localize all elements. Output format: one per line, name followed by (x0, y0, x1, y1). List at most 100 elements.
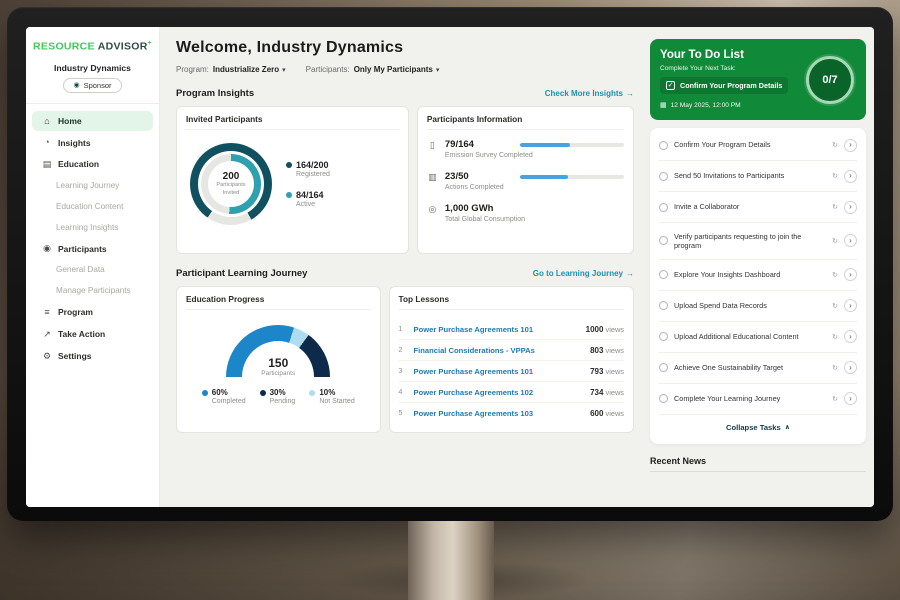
lesson-link[interactable]: Power Purchase Agreements 101 (414, 367, 584, 376)
stat-label: Total Global Consumption (445, 216, 624, 223)
nav-item-icon: ↗ (42, 329, 52, 340)
check-more-insights-link[interactable]: Check More Insights → (545, 89, 634, 98)
task-radio[interactable] (659, 301, 668, 310)
learning-journey-title: Participant Learning Journey (176, 268, 307, 279)
task-row[interactable]: Upload Additional Educational Content ↻ … (659, 322, 857, 353)
logo-primary: RESOURCE (33, 41, 95, 53)
sponsor-badge[interactable]: ◉ Sponsor (63, 78, 121, 93)
chevron-right-icon[interactable]: › (844, 330, 857, 343)
learning-journey-header: Participant Learning Journey Go to Learn… (176, 268, 634, 279)
task-row[interactable]: Confirm Your Program Details ↻ › (659, 130, 857, 161)
task-radio[interactable] (659, 270, 668, 279)
lesson-views: 734 views (590, 388, 624, 397)
task-radio[interactable] (659, 172, 668, 181)
participants-filter-label: Participants: (306, 65, 350, 74)
stat-progress-bar (520, 175, 624, 179)
todo-tasks-card: Confirm Your Program Details ↻ › Send 50… (650, 128, 866, 444)
monitor-stand (408, 521, 494, 600)
legend-item: 164/200 Registered (286, 160, 330, 178)
refresh-icon: ↻ (832, 203, 838, 211)
nav-item-label: Settings (58, 351, 92, 361)
nav-item-label: Participants (58, 244, 107, 254)
sidebar-item[interactable]: Learning Journey (32, 176, 153, 196)
page-title: Welcome, Industry Dynamics (176, 39, 634, 57)
sidebar-item[interactable]: Manage Participants (32, 281, 153, 301)
refresh-icon: ↻ (832, 237, 838, 245)
sidebar-item[interactable]: ◉ Participants (32, 238, 153, 259)
task-row[interactable]: Upload Spend Data Records ↻ › (659, 291, 857, 322)
chevron-right-icon[interactable]: › (844, 170, 857, 183)
task-radio[interactable] (659, 363, 668, 372)
donut-center-label: Participants Invited (216, 182, 245, 197)
task-row[interactable]: Explore Your Insights Dashboard ↻ › (659, 260, 857, 291)
lessons-list: 1 Power Purchase Agreements 101 1000 vie… (399, 319, 625, 423)
sidebar-item[interactable]: ▤ Education (32, 154, 153, 175)
collapse-tasks-button[interactable]: Collapse Tasks ∧ (659, 415, 857, 442)
task-label: Upload Additional Educational Content (674, 332, 826, 341)
arrow-right-icon: → (626, 269, 634, 278)
sidebar-item[interactable]: General Data (32, 260, 153, 280)
lesson-link[interactable]: Power Purchase Agreements 101 (414, 325, 579, 334)
checkbox-icon[interactable]: ✓ (666, 81, 675, 90)
task-row[interactable]: Invite a Collaborator ↻ › (659, 192, 857, 223)
lesson-row[interactable]: 3 Power Purchase Agreements 101 793 view… (399, 361, 625, 382)
task-row[interactable]: Achieve One Sustainability Target ↻ › (659, 353, 857, 384)
participants-filter-dropdown[interactable]: Only My Participants ▾ (354, 65, 440, 74)
lesson-views: 1000 views (586, 325, 624, 334)
legend-dot (260, 390, 266, 396)
gauge-center: 150 Participants (226, 357, 330, 377)
chevron-right-icon[interactable]: › (844, 139, 857, 152)
nav-item-icon: ◉ (42, 243, 52, 254)
task-label: Invite a Collaborator (674, 202, 826, 211)
chevron-right-icon[interactable]: › (844, 201, 857, 214)
task-radio[interactable] (659, 236, 668, 245)
task-row[interactable]: Send 50 Invitations to Participants ↻ › (659, 161, 857, 192)
chevron-right-icon[interactable]: › (844, 361, 857, 374)
sidebar-item[interactable]: ⌂ Home (32, 111, 153, 132)
card-title: Invited Participants (186, 114, 399, 130)
lesson-row[interactable]: 2 Financial Considerations - VPPAs 803 v… (399, 340, 625, 361)
legend-label: Pending (270, 398, 296, 405)
sidebar-item[interactable]: ⚙ Settings (32, 346, 153, 367)
lesson-row[interactable]: 5 Power Purchase Agreements 103 600 view… (399, 403, 625, 423)
chevron-right-icon[interactable]: › (844, 392, 857, 405)
task-radio[interactable] (659, 394, 668, 403)
task-radio[interactable] (659, 332, 668, 341)
stat-label: Emission Survey Completed (445, 152, 624, 159)
nav-item-icon: ◔ (42, 137, 52, 148)
chevron-right-icon[interactable]: › (844, 268, 857, 281)
stat-icon: ▯ (427, 140, 438, 151)
education-gauge-chart: 150 Participants 6 (186, 319, 371, 405)
nav-item-label: Learning Insights (56, 223, 118, 233)
logo-plus: + (148, 40, 152, 47)
program-filter-dropdown[interactable]: Industrialize Zero ▾ (213, 65, 286, 74)
go-to-learning-journey-link[interactable]: Go to Learning Journey → (533, 269, 634, 278)
stat-row: ▥ 23/50 Actions Completed (427, 171, 624, 191)
sidebar-item[interactable]: ≡ Program (32, 302, 153, 323)
insights-cards-row: Invited Participants 200 Participants (176, 106, 634, 254)
donut-ring-gap: 200 Participants Invited (198, 151, 264, 217)
next-task-row[interactable]: ✓ Confirm Your Program Details (660, 77, 788, 94)
chevron-right-icon[interactable]: › (844, 299, 857, 312)
sidebar-item[interactable]: Education Content (32, 197, 153, 217)
todo-panel: Your To Do List Complete Your Next Task:… (644, 27, 874, 507)
lesson-link[interactable]: Financial Considerations - VPPAs (414, 346, 584, 355)
lesson-link[interactable]: Power Purchase Agreements 102 (414, 388, 584, 397)
todo-progress-ring: 0/7 (806, 56, 854, 104)
task-row[interactable]: Verify participants requesting to join t… (659, 223, 857, 260)
lesson-row[interactable]: 4 Power Purchase Agreements 102 734 view… (399, 382, 625, 403)
lesson-views: 600 views (590, 409, 624, 418)
invited-participants-card: Invited Participants 200 Participants (176, 106, 409, 254)
task-row[interactable]: Complete Your Learning Journey ↻ › (659, 384, 857, 415)
lesson-row[interactable]: 1 Power Purchase Agreements 101 1000 vie… (399, 319, 625, 340)
stat-value: 79/164 (445, 139, 474, 150)
sidebar-item[interactable]: Learning Insights (32, 218, 153, 238)
lesson-link[interactable]: Power Purchase Agreements 103 (414, 409, 584, 418)
task-radio[interactable] (659, 141, 668, 150)
chevron-right-icon[interactable]: › (844, 234, 857, 247)
sidebar-item[interactable]: ↗ Take Action (32, 324, 153, 345)
lesson-views: 803 views (590, 346, 624, 355)
sidebar-item[interactable]: ◔ Insights (32, 132, 153, 153)
monitor-bezel: RESOURCE ADVISOR+ Industry Dynamics ◉ Sp… (7, 7, 893, 521)
task-radio[interactable] (659, 203, 668, 212)
